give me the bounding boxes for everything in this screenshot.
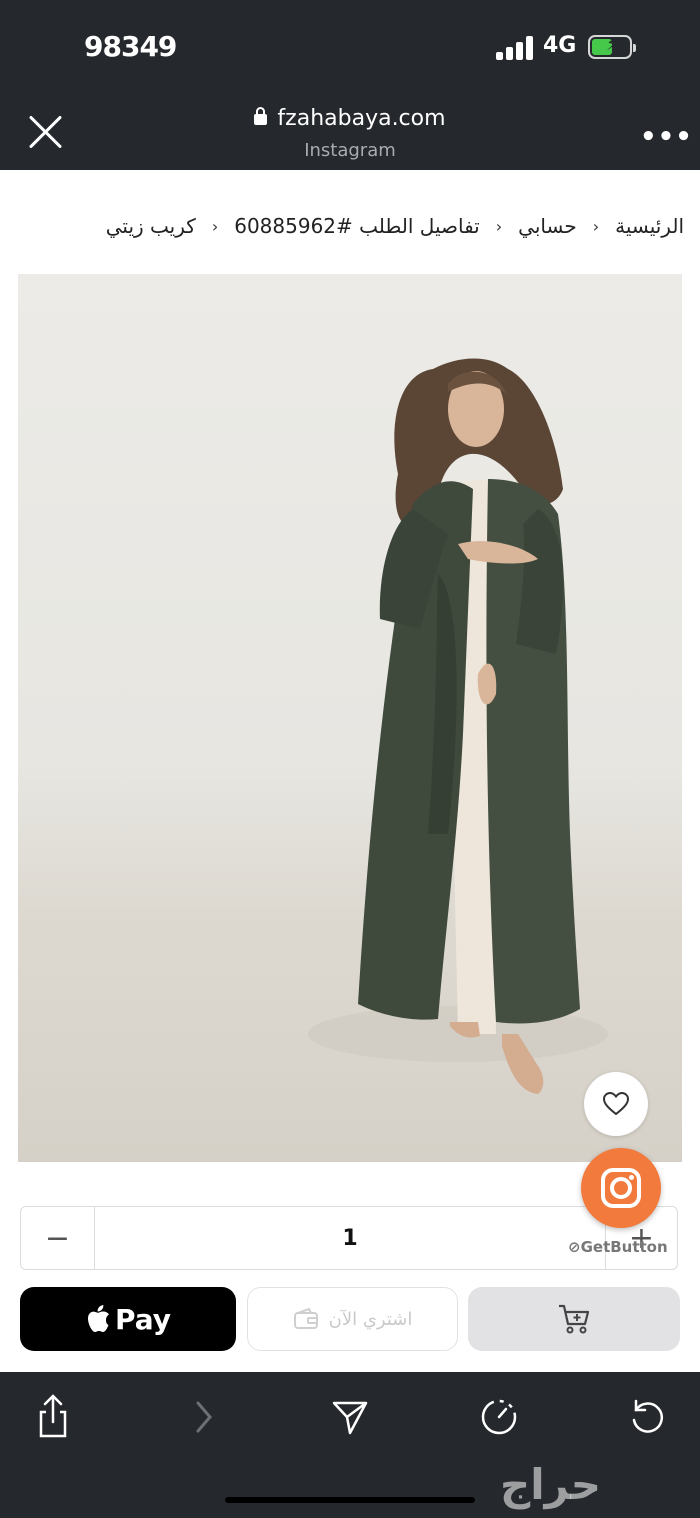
abaya-photo — [308, 358, 608, 1094]
breadcrumb-account[interactable]: حسابي — [518, 214, 577, 238]
decrease-button[interactable]: − — [21, 1207, 95, 1269]
network-label: 4G — [543, 33, 577, 58]
wallet-icon — [293, 1308, 318, 1329]
wishlist-button[interactable] — [584, 1072, 648, 1136]
chevron-left-icon: ‹ — [211, 216, 219, 236]
home-indicator — [225, 1497, 475, 1503]
heart-icon — [603, 1092, 629, 1116]
share-icon[interactable] — [28, 1392, 78, 1442]
breadcrumb-current: كريب زيتي — [105, 214, 196, 238]
quantity-value[interactable]: 1 — [95, 1207, 605, 1269]
getbutton-label[interactable]: ⊘GetButton — [568, 1238, 668, 1256]
signal-icon — [496, 36, 534, 60]
buy-now-button[interactable]: اشتري الآن — [247, 1287, 458, 1351]
send-icon[interactable] — [325, 1392, 375, 1442]
url-bar[interactable]: fzahabaya.com — [0, 106, 700, 131]
cart-icon — [559, 1304, 590, 1334]
chevron-left-icon: ‹ — [592, 216, 600, 236]
add-to-cart-button[interactable] — [468, 1287, 680, 1351]
instagram-icon — [601, 1168, 641, 1208]
browser-subtitle: Instagram — [304, 140, 396, 161]
chevron-left-icon: ‹ — [495, 216, 503, 236]
speed-icon[interactable] — [474, 1392, 524, 1442]
apple-icon — [87, 1305, 109, 1332]
refresh-icon[interactable] — [622, 1392, 672, 1442]
instagram-button[interactable] — [581, 1148, 661, 1228]
more-options-icon[interactable]: ••• — [640, 122, 693, 152]
breadcrumb: الرئيسية ‹ حسابي ‹ تفاصيل الطلب #6088596… — [18, 210, 684, 242]
product-image[interactable] — [18, 274, 682, 1162]
getbutton-icon: ⊘ — [568, 1238, 581, 1256]
breadcrumb-home[interactable]: الرئيسية — [615, 214, 684, 238]
watermark-logo: حراج — [500, 1460, 602, 1509]
status-time: 98349 — [84, 30, 177, 63]
apple-pay-button[interactable]: Pay — [20, 1287, 236, 1351]
buy-now-label: اشتري الآن — [328, 1308, 413, 1330]
lock-icon — [254, 107, 268, 125]
forward-icon[interactable] — [178, 1392, 228, 1442]
browser-header: 98349 4G ⚡ fzahabaya.com Instagram ••• — [0, 0, 700, 170]
battery-icon: ⚡ — [588, 34, 636, 59]
apple-pay-label: Pay — [114, 1302, 172, 1336]
breadcrumb-order[interactable]: تفاصيل الطلب #60885962 — [234, 214, 480, 238]
url-domain: fzahabaya.com — [277, 106, 446, 131]
